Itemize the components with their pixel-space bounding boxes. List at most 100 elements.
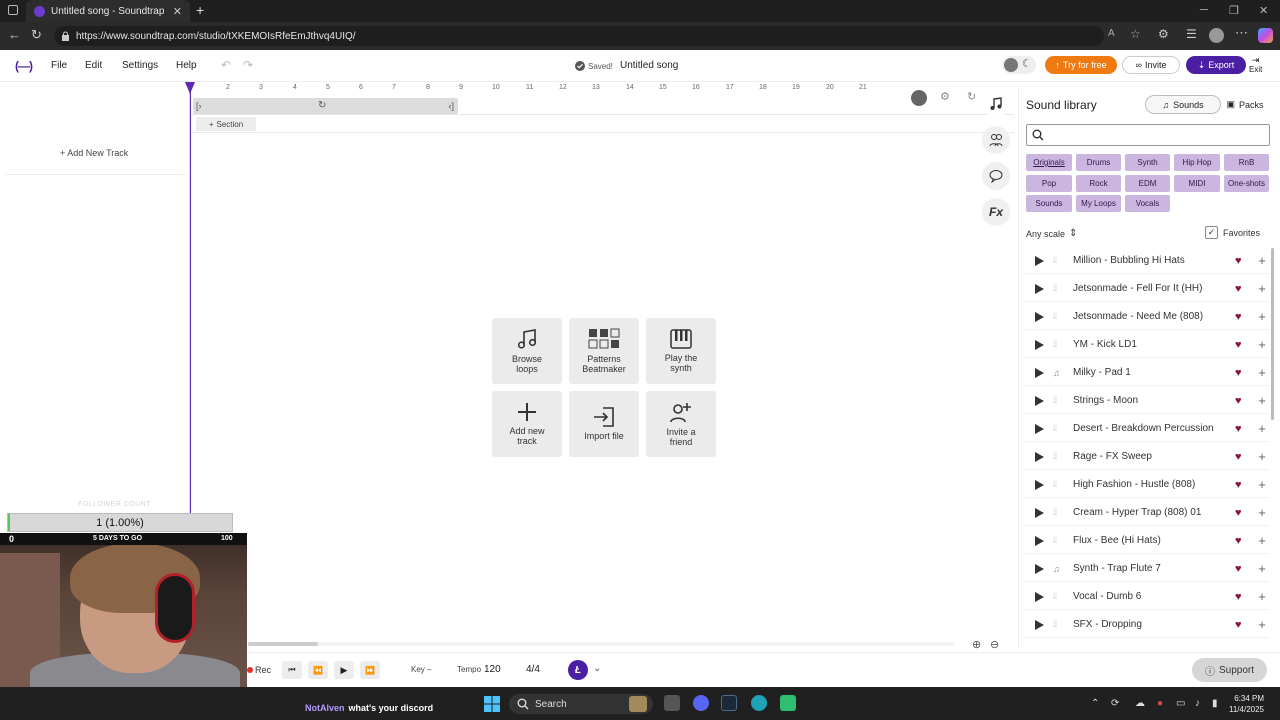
steam-icon[interactable]: [721, 695, 737, 711]
favorite-heart-icon[interactable]: ♥: [1235, 395, 1247, 407]
add-to-project-icon[interactable]: +: [1255, 337, 1269, 352]
sound-row[interactable]: ⦙⦙ Jetsonmade - Fell For It (HH) ♥ +: [1023, 276, 1269, 302]
profile-avatar[interactable]: [1209, 28, 1224, 43]
minimize-icon[interactable]: ─: [1200, 4, 1208, 16]
record-button[interactable]: Rec: [247, 662, 271, 678]
collections-icon[interactable]: ☰: [1186, 27, 1197, 41]
exit-button[interactable]: ⇥ Exit: [1249, 55, 1262, 75]
add-to-project-icon[interactable]: +: [1255, 365, 1269, 380]
play-preview-icon[interactable]: [1035, 619, 1051, 630]
undo-icon[interactable]: ↶: [221, 58, 231, 72]
add-to-project-icon[interactable]: +: [1255, 589, 1269, 604]
browse-loops-card[interactable]: Browse loops: [492, 318, 562, 384]
sound-row[interactable]: ♫ Milky - Pad 1 ♥ +: [1023, 360, 1269, 386]
add-new-track-button[interactable]: + Add New Track: [60, 148, 128, 158]
category-hip-hop[interactable]: Hip Hop: [1174, 154, 1220, 171]
copilot-icon[interactable]: [1258, 28, 1273, 43]
category-my-loops[interactable]: My Loops: [1076, 195, 1121, 212]
invite-button[interactable]: ∞ Invite: [1122, 56, 1180, 74]
sound-row[interactable]: ⦙⦙ YM - Kick LD1 ♥ +: [1023, 332, 1269, 358]
rewind-button[interactable]: ⏪: [308, 661, 328, 679]
play-synth-card[interactable]: Play the synth: [646, 318, 716, 384]
add-section-button[interactable]: + Section: [196, 117, 256, 131]
chevron-down-icon[interactable]: ⌄: [593, 663, 601, 674]
menu-help[interactable]: Help: [176, 60, 197, 71]
close-tab-icon[interactable]: ✕: [173, 5, 182, 18]
play-button[interactable]: ▶: [334, 661, 354, 679]
back-icon[interactable]: ←: [8, 27, 21, 42]
horizontal-scrollbar[interactable]: [248, 642, 954, 646]
sound-row[interactable]: ⦙⦙ Flux - Bee (Hi Hats) ♥ +: [1023, 528, 1269, 554]
import-file-card[interactable]: Import file: [569, 391, 639, 457]
category-synth[interactable]: Synth: [1125, 154, 1170, 171]
support-button[interactable]: ⓘ Support: [1192, 658, 1267, 682]
tray-overflow-icon[interactable]: ⌃: [1091, 698, 1099, 709]
url-field[interactable]: https://www.soundtrap.com/studio/tXKEMOI…: [54, 26, 1104, 46]
tray-app-icon[interactable]: ☁: [1135, 698, 1145, 709]
play-preview-icon[interactable]: [1035, 339, 1051, 350]
add-to-project-icon[interactable]: +: [1255, 617, 1269, 632]
microphone-icon[interactable]: ●: [1157, 698, 1163, 709]
system-clock[interactable]: 6:34 PM 11/4/2025: [1229, 693, 1264, 715]
add-to-project-icon[interactable]: +: [1255, 561, 1269, 576]
try-for-free-button[interactable]: ↑ Try for free: [1045, 56, 1117, 74]
read-aloud-icon[interactable]: A: [1108, 28, 1115, 39]
add-to-project-icon[interactable]: +: [1255, 449, 1269, 464]
play-preview-icon[interactable]: [1035, 311, 1051, 322]
category-rock[interactable]: Rock: [1076, 175, 1121, 192]
sound-row[interactable]: ⦙⦙ Million - Bubbling Hi Hats ♥ +: [1023, 248, 1269, 274]
play-preview-icon[interactable]: [1035, 423, 1051, 434]
refresh-icon[interactable]: ↻: [31, 27, 42, 43]
patterns-beatmaker-card[interactable]: Patterns Beatmaker: [569, 318, 639, 384]
favorite-heart-icon[interactable]: ♥: [1235, 339, 1247, 351]
close-window-icon[interactable]: ✕: [1259, 4, 1268, 17]
settings-gear-icon[interactable]: ⚙: [940, 90, 950, 103]
play-preview-icon[interactable]: [1035, 535, 1051, 546]
sound-library-toggle-icon[interactable]: [982, 90, 1010, 118]
add-to-project-icon[interactable]: +: [1255, 505, 1269, 520]
loop-end-handle-icon[interactable]: ‹]: [449, 101, 455, 111]
add-to-project-icon[interactable]: +: [1255, 281, 1269, 296]
category-originals[interactable]: Originals: [1026, 154, 1072, 171]
sound-row[interactable]: ⦙⦙ SFX - Dropping ♥ +: [1023, 612, 1269, 638]
file-explorer-icon[interactable]: [664, 695, 680, 711]
favorites-filter[interactable]: ✓ Favorites: [1205, 226, 1260, 239]
category-pop[interactable]: Pop: [1026, 175, 1072, 192]
play-preview-icon[interactable]: [1035, 283, 1051, 294]
favorite-heart-icon[interactable]: ♥: [1235, 619, 1247, 631]
collaborators-icon[interactable]: [982, 126, 1010, 154]
play-preview-icon[interactable]: [1035, 507, 1051, 518]
battery-icon[interactable]: ▮: [1212, 698, 1218, 709]
add-new-track-card[interactable]: Add new track: [492, 391, 562, 457]
category-one-shots[interactable]: One-shots: [1224, 175, 1269, 192]
category-sounds[interactable]: Sounds: [1026, 195, 1072, 212]
add-to-project-icon[interactable]: +: [1255, 393, 1269, 408]
favorite-heart-icon[interactable]: ♥: [1235, 563, 1247, 575]
category-edm[interactable]: EDM: [1125, 175, 1170, 192]
export-button[interactable]: ⇣ Export: [1186, 56, 1246, 74]
category-midi[interactable]: MIDI: [1174, 175, 1220, 192]
play-preview-icon[interactable]: [1035, 563, 1051, 574]
favorite-heart-icon[interactable]: ♥: [1235, 507, 1247, 519]
sound-row[interactable]: ⦙⦙ Jetsonmade - Need Me (808) ♥ +: [1023, 304, 1269, 330]
favorites-checkbox[interactable]: ✓: [1205, 226, 1218, 239]
tuner-icon[interactable]: [911, 90, 927, 106]
browser-tab[interactable]: Untitled song - Soundtrap ✕: [26, 0, 190, 22]
play-preview-icon[interactable]: [1035, 591, 1051, 602]
sync-icon[interactable]: ↻: [967, 90, 976, 103]
new-tab-icon[interactable]: +: [196, 2, 204, 18]
sound-row[interactable]: ⦙⦙ Rage - FX Sweep ♥ +: [1023, 444, 1269, 470]
playhead[interactable]: [190, 82, 191, 514]
tab-packs[interactable]: ▣ Packs: [1217, 95, 1273, 114]
sound-row[interactable]: ⦙⦙ High Fashion - Hustle (808) ♥ +: [1023, 472, 1269, 498]
app-icon[interactable]: [780, 695, 796, 711]
soundtrap-logo[interactable]: (—): [15, 59, 33, 73]
loop-start-handle-icon[interactable]: [›: [196, 101, 202, 111]
scale-selector[interactable]: Any scale ⇕: [1026, 228, 1077, 239]
tab-sounds[interactable]: ♫ Sounds: [1145, 95, 1221, 114]
chat-icon[interactable]: [982, 162, 1010, 190]
network-icon[interactable]: ▭: [1176, 698, 1185, 709]
redo-icon[interactable]: ↷: [243, 58, 253, 72]
play-preview-icon[interactable]: [1035, 367, 1051, 378]
play-preview-icon[interactable]: [1035, 395, 1051, 406]
